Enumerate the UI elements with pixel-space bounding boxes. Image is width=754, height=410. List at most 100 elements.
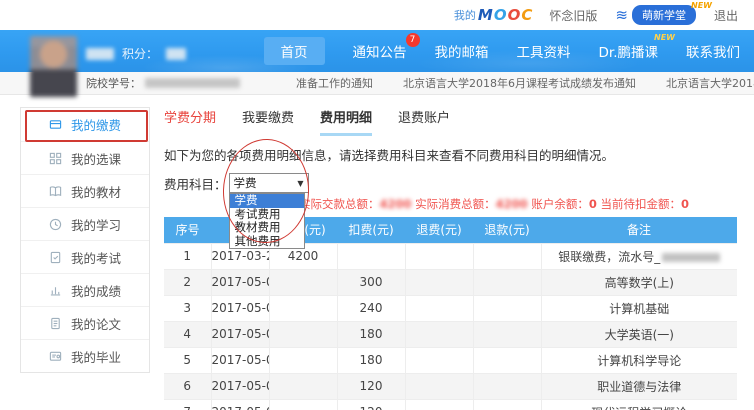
cell-serial: 6 — [183, 379, 192, 393]
summary-value: 0 — [681, 197, 690, 211]
cell-serial: 4 — [183, 327, 192, 341]
clock-icon — [49, 218, 62, 230]
cell-date: 2017-03-28 — [211, 249, 268, 263]
fee-subject-select[interactable]: 学费 ▼ — [228, 173, 309, 193]
logout-link[interactable]: 退出 — [714, 7, 738, 24]
moc-logo-letter: O — [507, 6, 521, 24]
nav-item-drpeng-label: Dr.鹏播课 — [598, 45, 659, 61]
serial-number-blurred — [662, 252, 721, 262]
summary-label: 账户余额： — [531, 197, 589, 211]
cell-date: 2017-05-01 — [211, 353, 268, 367]
cell-date: 2017-05-01 — [211, 301, 268, 315]
topbar: 我的 MOOC 怀念旧版 ≋ 萌新学堂 NEW 退出 — [0, 0, 754, 30]
tab-refund-account[interactable]: 退费账户 — [398, 107, 450, 136]
cell-pay: 4200 — [287, 249, 319, 263]
nav-item-contact[interactable]: 联系我们 — [686, 41, 740, 61]
fee-subject-select-wrap: 学费 ▼ 学费 考试费用 教材费用 其他费用 — [228, 173, 309, 249]
portal-pill-label: 萌新学堂 — [631, 5, 696, 25]
nav-item-drpeng[interactable]: Dr.鹏播课 NEW — [598, 33, 676, 61]
moc-logo[interactable]: 我的 MOOC — [454, 6, 532, 24]
new-portal-link[interactable]: ≋ 萌新学堂 NEW — [615, 1, 712, 25]
moc-logo-letter: M — [477, 6, 493, 24]
tab-tuition-installment[interactable]: 学费分期 — [164, 107, 216, 136]
main-navbar: 积分： 首页 通知公告 7 我的邮箱 工具资料 Dr.鹏播课 NEW 联系我们 — [0, 30, 754, 97]
summary-label: 实际消费总额： — [415, 197, 496, 211]
col-header-serial: 序号 — [164, 217, 211, 243]
cell-deduct: 300 — [359, 275, 383, 289]
student-id-blurred — [145, 78, 240, 88]
fee-tabs: 学费分期 我要缴费 费用明细 退费账户 — [164, 107, 737, 136]
sidebar-item-my-payment[interactable]: 我的缴费 — [21, 108, 149, 141]
col-header-refund-fee: 退费(元) — [405, 217, 473, 243]
cell-date: 2017-05-01 — [212, 405, 268, 410]
tab-fee-details[interactable]: 费用明细 — [320, 107, 373, 136]
fee-subject-label: 费用科目： — [164, 176, 227, 192]
fee-description: 如下为您的各项费用明细信息，请选择费用科目来查看不同费用科目的明细情况。 — [164, 148, 615, 163]
cell-serial: 5 — [183, 353, 192, 367]
sidebar-item-my-exams[interactable]: 我的考试 — [21, 240, 149, 273]
new-badge: NEW — [654, 33, 675, 42]
cell-deduct: 180 — [359, 327, 383, 341]
moc-logo-letter: O — [493, 6, 507, 24]
sidebar-item-label: 我的缴费 — [71, 118, 122, 133]
document-icon — [51, 317, 60, 329]
cell-deduct: 180 — [359, 353, 383, 367]
chevron-down-icon: ▼ — [297, 178, 304, 188]
option-other-fee[interactable]: 其他费用 — [230, 234, 304, 249]
sub-strip: 院校学号： 准备工作的通知 北京语言大学2018年6月课程考试成绩发布通知 北京… — [0, 72, 754, 95]
news-ticker: 准备工作的通知 北京语言大学2018年6月课程考试成绩发布通知 北京语言大学20… — [266, 75, 754, 91]
nav-item-mailbox[interactable]: 我的邮箱 — [435, 41, 489, 61]
cell-remark: 计算机科学导论 — [597, 353, 682, 368]
cell-remark: 现代远程学习概论 — [591, 406, 687, 410]
table-row: 7 2017-05-01 120 现代远程学习概论 — [164, 398, 737, 410]
score-value-blurred — [166, 47, 187, 60]
sidebar-item-my-grades[interactable]: 我的成绩 — [21, 273, 149, 306]
sidebar-item-my-thesis[interactable]: 我的论文 — [21, 306, 149, 339]
nav-item-notices[interactable]: 通知公告 7 — [352, 33, 420, 61]
cell-serial: 7 — [183, 405, 191, 410]
legacy-version-link[interactable]: 怀念旧版 — [549, 7, 597, 24]
nav-item-notices-label: 通知公告 — [352, 45, 407, 61]
option-exam-fee[interactable]: 考试费用 — [230, 207, 304, 222]
table-row: 5 2017-05-01 180 计算机科学导论 — [164, 346, 737, 374]
fee-subject-row: 费用科目： 学费 ▼ 学费 考试费用 教材费用 其他费用 — [164, 173, 737, 249]
ticker-item[interactable]: 准备工作的通知 — [296, 75, 373, 91]
cell-remark: 计算机基础 — [609, 301, 670, 316]
col-header-deduct: 扣费(元) — [337, 217, 405, 243]
cell-deduct: 120 — [360, 405, 383, 410]
cell-serial: 2 — [183, 275, 192, 289]
score-label: 积分： — [122, 47, 159, 61]
sidebar-item-label: 我的学习 — [71, 217, 122, 233]
main-panel: 学费分期 我要缴费 费用明细 退费账户 如下为您的各项费用明细信息，请选择费用科… — [164, 107, 754, 410]
sidebar-item-label: 我的选课 — [71, 151, 122, 167]
sidebar-item-my-textbooks[interactable]: 我的教材 — [21, 174, 149, 207]
sidebar-item-label: 我的教材 — [71, 184, 122, 200]
sidebar-item-my-graduation[interactable]: 我的毕业 — [21, 339, 149, 372]
cell-serial: 3 — [183, 301, 192, 315]
bar-chart-icon — [50, 286, 61, 296]
nav-item-home[interactable]: 首页 — [263, 37, 325, 65]
avatar[interactable] — [30, 36, 77, 97]
table-row: 6 2017-05-01 120 职业道德与法律 — [164, 372, 737, 400]
tab-pay-fees[interactable]: 我要缴费 — [242, 107, 294, 136]
summary-value: 0 — [588, 197, 597, 211]
sidebar-item-my-learning[interactable]: 我的学习 — [21, 207, 149, 240]
nav-item-tools[interactable]: 工具资料 — [517, 41, 571, 61]
cell-deduct: 120 — [359, 379, 383, 393]
ticker-item[interactable]: 北京语言大学2018年6月课程考试 考场查询及 — [666, 75, 754, 91]
sidebar-item-my-courses[interactable]: 我的选课 — [21, 141, 149, 174]
moc-logo-letter: C — [521, 6, 532, 24]
page: 我的 MOOC 怀念旧版 ≋ 萌新学堂 NEW 退出 积分： 首页 通知公告 7… — [0, 0, 754, 410]
exam-checklist-icon — [50, 251, 61, 263]
sidebar-item-label: 我的成绩 — [71, 283, 122, 299]
ticker-item[interactable]: 北京语言大学2018年6月课程考试成绩发布通知 — [403, 75, 636, 91]
option-tuition[interactable]: 学费 — [229, 193, 304, 208]
option-textbook-fee[interactable]: 教材费用 — [230, 220, 304, 235]
user-info: 积分： — [86, 45, 187, 62]
cell-date: 2017-05-01 — [211, 327, 268, 341]
new-badge: NEW — [691, 1, 712, 10]
table-row: 2 2017-05-01 300 高等数学(上) — [164, 268, 737, 296]
table-row: 3 2017-05-01 240 计算机基础 — [164, 294, 737, 322]
swirl-icon: ≋ — [615, 5, 628, 24]
wallet-icon — [49, 120, 62, 129]
